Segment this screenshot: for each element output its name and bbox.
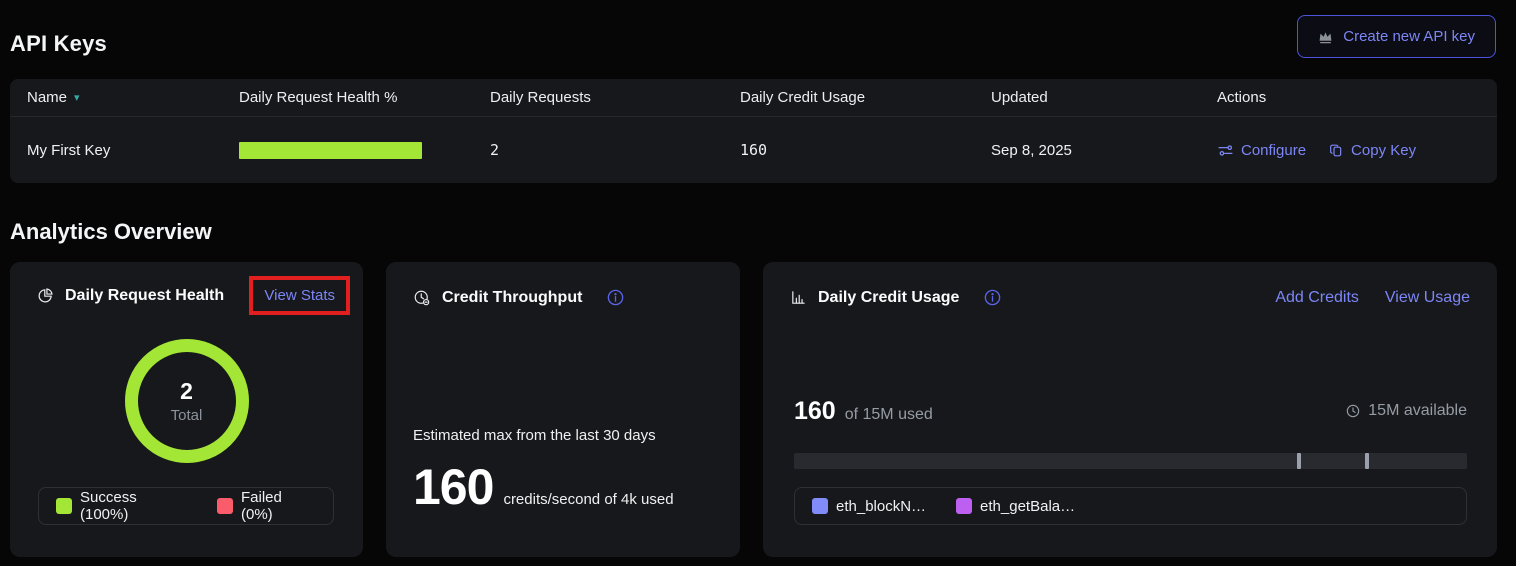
sliders-icon: [1217, 142, 1234, 159]
column-header-updated: Updated: [991, 89, 1217, 106]
daily-requests-cell: 2: [490, 141, 740, 159]
column-header-name-label: Name: [27, 89, 67, 106]
clock-icon: [1345, 403, 1361, 419]
view-stats-link[interactable]: View Stats: [264, 287, 335, 304]
failed-swatch: [217, 498, 233, 514]
total-requests-label: Total: [171, 407, 203, 424]
crown-icon: [1318, 30, 1333, 44]
actions-cell: Configure Copy Key: [1217, 142, 1480, 159]
sort-caret-icon: ▾: [74, 93, 80, 104]
usage-bar-marker-2: [1365, 453, 1369, 469]
api-keys-table: Name ▾ Daily Request Health % Daily Requ…: [10, 79, 1497, 183]
annotation-highlight: View Stats: [249, 276, 350, 315]
request-health-donut: 2 Total: [124, 338, 250, 464]
key-name-cell: My First Key: [27, 142, 239, 159]
column-header-actions: Actions: [1217, 89, 1480, 106]
create-api-key-label: Create new API key: [1343, 28, 1475, 45]
configure-label: Configure: [1241, 142, 1306, 159]
health-legend: Success (100%) Failed (0%): [38, 487, 334, 525]
health-bar-cell: [239, 142, 490, 159]
copy-key-link[interactable]: Copy Key: [1328, 142, 1416, 159]
health-bar-fill: [239, 142, 422, 159]
eth-blocknumber-label: eth_blockN…: [836, 498, 926, 515]
view-usage-link[interactable]: View Usage: [1385, 289, 1470, 307]
total-requests-value: 2: [180, 378, 193, 405]
credit-throughput-card: Credit Throughput Estimated max from the…: [386, 262, 740, 557]
credits-used-suffix: of 15M used: [845, 406, 933, 424]
credit-usage-legend: eth_blockN… eth_getBala…: [794, 487, 1467, 525]
throughput-subtitle: Estimated max from the last 30 days: [413, 427, 656, 444]
credits-used-value: 160: [794, 397, 836, 426]
daily-credit-usage-cell: 160: [740, 141, 991, 159]
column-header-credit-usage: Daily Credit Usage: [740, 89, 991, 106]
success-label: Success (100%): [80, 489, 187, 523]
throughput-value: 160: [413, 458, 493, 516]
analytics-overview-title: Analytics Overview: [10, 219, 212, 245]
analytics-cards: Daily Request Health View Stats 2 Total …: [10, 262, 1497, 557]
daily-credit-usage-card: Daily Credit Usage Add Credits View Usag…: [763, 262, 1497, 557]
configure-link[interactable]: Configure: [1217, 142, 1306, 159]
daily-credit-usage-title: Daily Credit Usage: [818, 289, 959, 307]
legend-item-eth-blocknumber: eth_blockN…: [812, 498, 926, 515]
pie-chart-icon: [37, 287, 54, 304]
credit-throughput-title: Credit Throughput: [442, 289, 582, 307]
daily-request-health-title: Daily Request Health: [65, 287, 224, 305]
info-icon[interactable]: [606, 288, 625, 307]
eth-blocknumber-swatch: [812, 498, 828, 514]
column-header-requests: Daily Requests: [490, 89, 740, 106]
copy-icon: [1328, 142, 1344, 159]
failed-label: Failed (0%): [241, 489, 316, 523]
page-title: API Keys: [10, 31, 107, 57]
credits-available-label: 15M available: [1368, 402, 1467, 420]
bar-chart-icon: [790, 289, 807, 306]
legend-item-eth-getbalance: eth_getBala…: [956, 498, 1075, 515]
table-header-row: Name ▾ Daily Request Health % Daily Requ…: [10, 79, 1497, 117]
column-header-name[interactable]: Name ▾: [27, 89, 239, 106]
copy-key-label: Copy Key: [1351, 142, 1416, 159]
eth-getbalance-label: eth_getBala…: [980, 498, 1075, 515]
credit-usage-bar: [794, 453, 1467, 469]
legend-item-success: Success (100%): [56, 489, 187, 523]
health-bar-track: [239, 142, 422, 159]
usage-bar-marker-1: [1297, 453, 1301, 469]
updated-cell: Sep 8, 2025: [991, 142, 1217, 159]
column-header-health: Daily Request Health %: [239, 89, 490, 106]
throughput-unit: credits/second of 4k used: [503, 491, 673, 508]
create-api-key-button[interactable]: Create new API key: [1297, 15, 1496, 58]
info-icon[interactable]: [983, 288, 1002, 307]
legend-item-failed: Failed (0%): [217, 489, 316, 523]
add-credits-link[interactable]: Add Credits: [1275, 289, 1359, 307]
daily-request-health-card: Daily Request Health View Stats 2 Total …: [10, 262, 363, 557]
table-row: My First Key 2 160 Sep 8, 2025 Configure…: [10, 117, 1497, 183]
gauge-icon: [413, 289, 431, 307]
eth-getbalance-swatch: [956, 498, 972, 514]
success-swatch: [56, 498, 72, 514]
